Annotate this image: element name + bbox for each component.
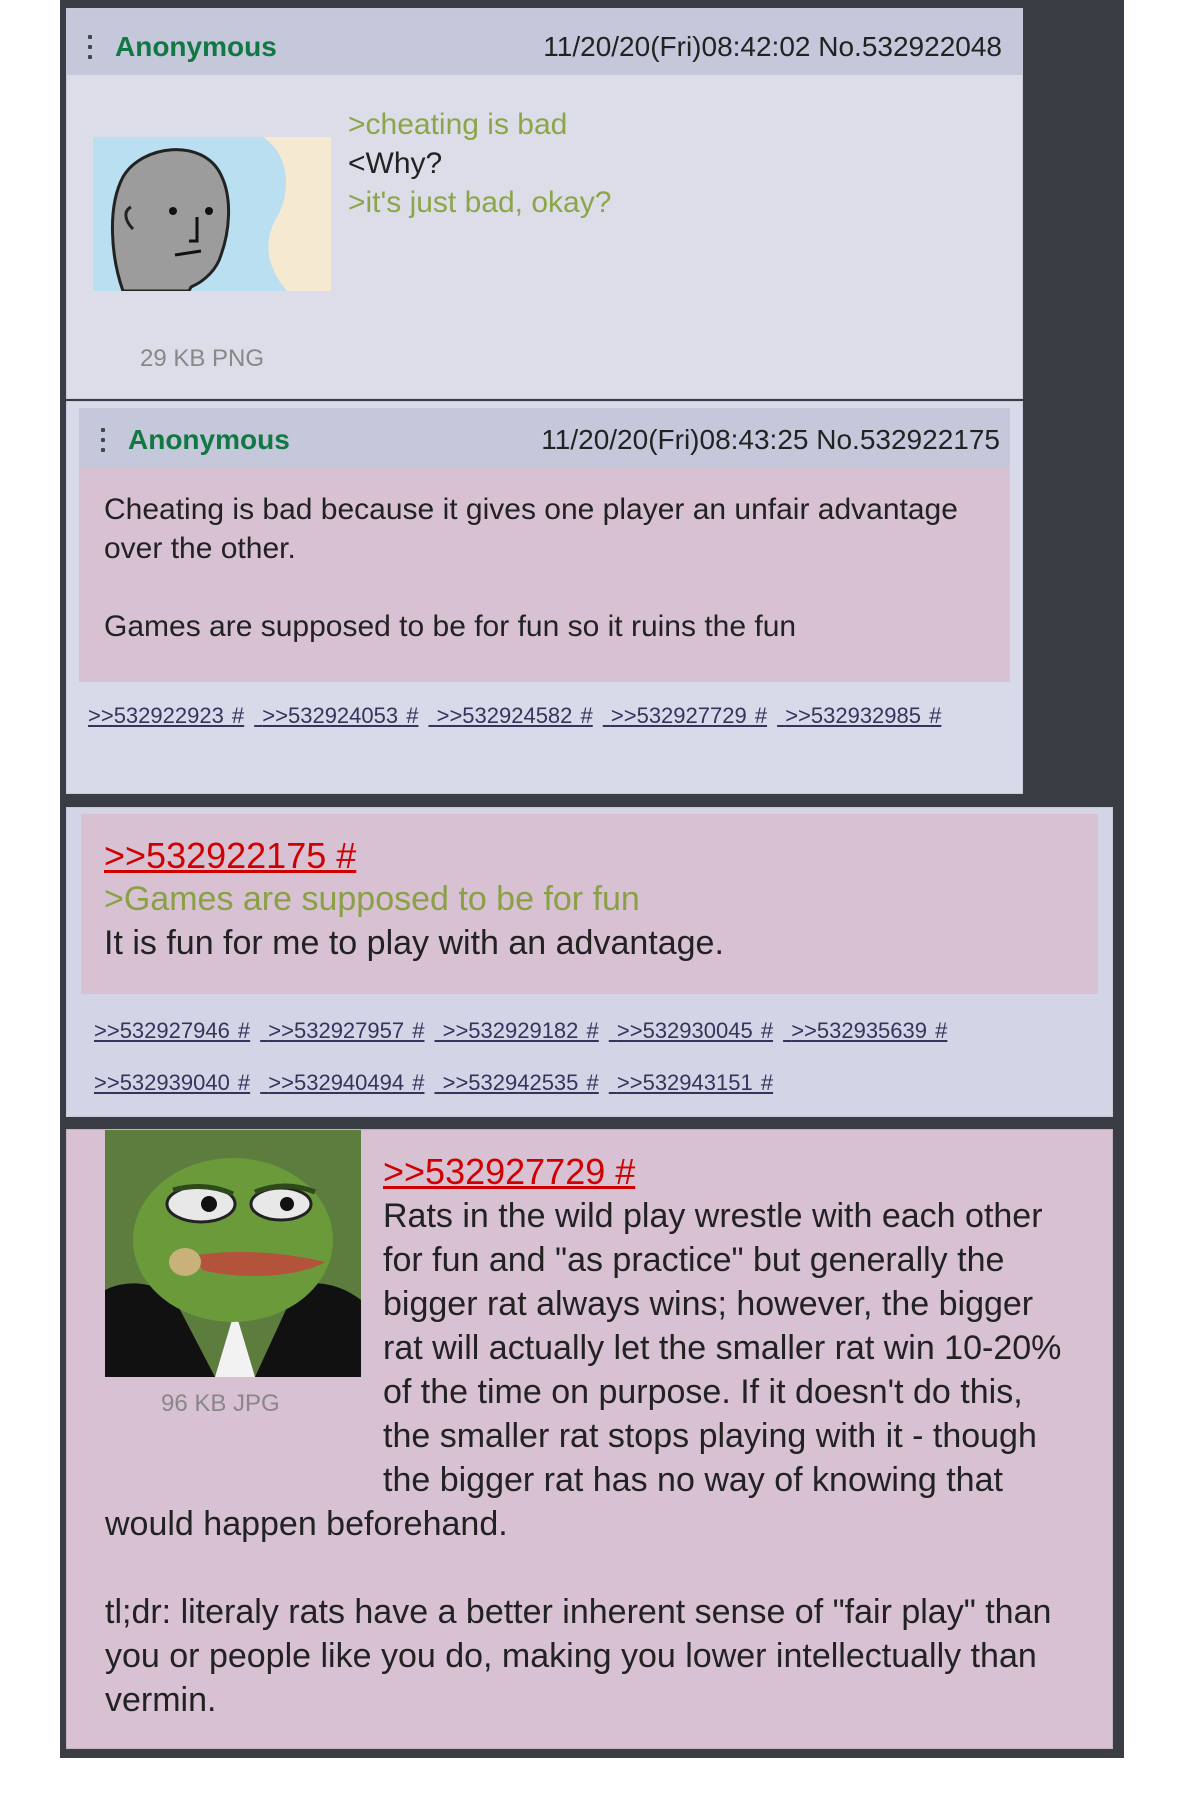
paragraph: tl;dr: literaly rats have a better inher…	[105, 1593, 1052, 1719]
backlink[interactable]: >>532943151 #	[617, 1070, 773, 1095]
paragraph: Games are supposed to be for fun so it r…	[104, 610, 797, 643]
post-datetime-number[interactable]: 11/20/20(Fri)08:42:02 No.532922048	[543, 31, 1002, 63]
backlink[interactable]: >>532927729 #	[611, 703, 767, 728]
greentext-line: >cheating is bad	[348, 108, 568, 141]
greentext-line: >Games are supposed to be for fun	[104, 880, 640, 918]
backlink[interactable]: >>532929182 #	[443, 1018, 599, 1043]
post-body: >cheating is bad <Why? >it's just bad, o…	[348, 105, 988, 222]
text-line: <Why?	[348, 147, 443, 180]
backlink[interactable]: >>532942535 #	[443, 1070, 599, 1095]
backlink[interactable]: >>532930045 #	[617, 1018, 773, 1043]
post-body: >Games are supposed to be for fun It is …	[104, 877, 1064, 965]
backlink[interactable]: >>532939040 #	[94, 1070, 250, 1095]
backlink[interactable]: >>532935639 #	[791, 1018, 947, 1043]
poster-name: Anonymous	[128, 424, 290, 455]
poster-name: Anonymous	[115, 31, 277, 62]
text-line: It is fun for me to play with an advanta…	[104, 924, 724, 962]
post-header: Anonymous 11/20/20(Fri)08:42:02 No.53292…	[67, 9, 1022, 75]
quote-link[interactable]: >>532922175 #	[104, 835, 356, 877]
paragraph: Cheating is bad because it gives one pla…	[104, 493, 958, 565]
post-body: >>532927729 # Rats in the wild play wres…	[105, 1150, 1075, 1766]
backlink[interactable]: >>532940494 #	[268, 1070, 424, 1095]
post-reply-advantage: >>532922175 # >Games are supposed to be …	[66, 807, 1113, 1117]
post-reply-rats: 96 KB JPG >>532927729 # Rats in the wild…	[66, 1129, 1113, 1749]
post-menu-icon[interactable]	[88, 35, 94, 59]
post-header: Anonymous 11/20/20(Fri)08:43:25 No.53292…	[79, 408, 1010, 468]
post-532922048: Anonymous 11/20/20(Fri)08:42:02 No.53292…	[66, 8, 1023, 399]
backlinks: >>532927946 # >>532927957 # >>532929182 …	[94, 1005, 1094, 1109]
backlinks: >>532922923 # >>532924053 # >>532924582 …	[88, 690, 988, 742]
greentext-line: >it's just bad, okay?	[348, 186, 612, 219]
backlink[interactable]: >>532927957 #	[268, 1018, 424, 1043]
post-532922175: Anonymous 11/20/20(Fri)08:43:25 No.53292…	[66, 401, 1023, 794]
post-menu-icon[interactable]	[101, 428, 107, 452]
post-datetime-number[interactable]: 11/20/20(Fri)08:43:25 No.532922175	[541, 424, 1000, 456]
backlink[interactable]: >>532922923 #	[88, 703, 244, 728]
backlink[interactable]: >>532924582 #	[437, 703, 593, 728]
backlink[interactable]: >>532927946 #	[94, 1018, 250, 1043]
file-info: 29 KB PNG	[140, 345, 265, 372]
backlink[interactable]: >>532924053 #	[262, 703, 418, 728]
post-body: Cheating is bad because it gives one pla…	[104, 490, 964, 685]
backlink[interactable]: >>532932985 #	[785, 703, 941, 728]
npc-wojak-thumbnail[interactable]	[93, 137, 331, 291]
